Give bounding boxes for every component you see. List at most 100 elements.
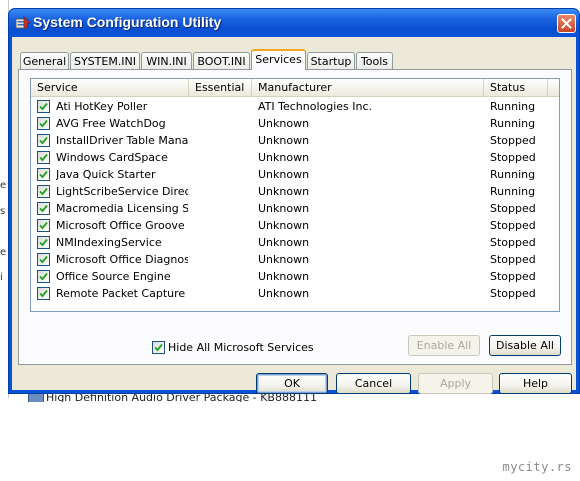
service-manufacturer: Unknown: [258, 168, 310, 181]
checkmark-icon: [39, 221, 48, 230]
service-checkbox[interactable]: [37, 270, 50, 283]
service-checkbox[interactable]: [37, 100, 50, 113]
service-manufacturer: Unknown: [258, 236, 310, 249]
checkmark-icon: [39, 272, 48, 281]
column-header-essential[interactable]: Essential: [189, 79, 252, 96]
table-row[interactable]: Macromedia Licensing Se... Unknown Stopped: [31, 200, 559, 217]
service-checkbox[interactable]: [37, 287, 50, 300]
service-essential: [195, 268, 251, 285]
checkmark-icon: [39, 153, 48, 162]
close-button[interactable]: [557, 14, 576, 33]
checkmark-icon: [39, 136, 48, 145]
system-config-window: System Configuration Utility General SYS…: [8, 8, 580, 394]
service-manufacturer: Unknown: [258, 287, 310, 300]
table-row[interactable]: Microsoft Office Groove ... Unknown Stoppe…: [31, 217, 559, 234]
service-status: Stopped: [490, 253, 536, 266]
tab-boot-ini[interactable]: BOOT.INI: [193, 52, 250, 69]
tab-win-ini[interactable]: WIN.INI: [141, 52, 192, 69]
service-essential: [195, 217, 251, 234]
msconfig-app-icon: [15, 16, 31, 29]
service-manufacturer: Unknown: [258, 185, 310, 198]
cancel-button[interactable]: Cancel: [336, 373, 411, 394]
service-status: Stopped: [490, 270, 536, 283]
service-status: Running: [490, 100, 536, 113]
service-checkbox[interactable]: [37, 117, 50, 130]
table-row[interactable]: AVG Free WatchDog Unknown Running: [31, 115, 559, 132]
list-header: Service Essential Manufacturer Status: [31, 79, 559, 97]
table-row[interactable]: LightScribeService Direct... Unknown Runni…: [31, 183, 559, 200]
service-checkbox[interactable]: [37, 236, 50, 249]
service-name: Windows CardSpace: [56, 151, 168, 164]
service-name: Ati HotKey Poller: [56, 100, 148, 113]
service-checkbox[interactable]: [37, 219, 50, 232]
apply-button[interactable]: Apply: [418, 373, 493, 394]
service-manufacturer: Unknown: [258, 253, 310, 266]
background-text-fragment: s: [0, 206, 6, 217]
column-header-manufacturer[interactable]: Manufacturer: [252, 79, 484, 96]
service-status: Running: [490, 185, 536, 198]
table-row[interactable]: NMIndexingService Unknown Stopped: [31, 234, 559, 251]
enable-all-button[interactable]: Enable All: [408, 335, 480, 356]
table-row[interactable]: Ati HotKey Poller ATI Technologies Inc. Ru…: [31, 98, 559, 115]
help-button[interactable]: Help: [499, 373, 572, 394]
table-row[interactable]: Office Source Engine Unknown Stopped: [31, 268, 559, 285]
service-essential: [195, 115, 251, 132]
service-status: Stopped: [490, 202, 536, 215]
service-checkbox[interactable]: [37, 134, 50, 147]
service-checkbox[interactable]: [37, 202, 50, 215]
checkmark-icon: [39, 102, 48, 111]
service-status: Stopped: [490, 134, 536, 147]
tab-startup[interactable]: Startup: [307, 52, 355, 69]
background-text-fragment: e: [0, 180, 7, 191]
ok-button[interactable]: OK: [256, 373, 328, 394]
service-essential: [195, 200, 251, 217]
checkmark-icon: [154, 343, 163, 352]
tab-tools[interactable]: Tools: [356, 52, 393, 69]
background-text-fragment: i: [0, 272, 3, 283]
service-manufacturer: Unknown: [258, 202, 310, 215]
hide-ms-services-label: Hide All Microsoft Services: [168, 341, 314, 354]
service-essential: [195, 166, 251, 183]
close-icon: [561, 18, 572, 29]
services-list[interactable]: Service Essential Manufacturer Status At…: [30, 78, 560, 312]
service-essential: [195, 183, 251, 200]
service-checkbox[interactable]: [37, 253, 50, 266]
service-checkbox[interactable]: [37, 151, 50, 164]
services-tab-panel: Service Essential Manufacturer Status At…: [18, 69, 572, 365]
service-name: Java Quick Starter: [56, 168, 156, 181]
service-name: Office Source Engine: [56, 270, 171, 283]
column-header-service[interactable]: Service: [31, 79, 189, 96]
checkbox[interactable]: [152, 341, 165, 354]
checkmark-icon: [39, 119, 48, 128]
tab-system-ini[interactable]: SYSTEM.INI: [70, 52, 140, 69]
tab-services[interactable]: Services: [251, 49, 306, 70]
service-essential: [195, 132, 251, 149]
table-row[interactable]: Windows CardSpace Unknown Stopped: [31, 149, 559, 166]
service-checkbox[interactable]: [37, 168, 50, 181]
checkmark-icon: [39, 187, 48, 196]
service-status: Running: [490, 117, 536, 130]
service-manufacturer: Unknown: [258, 151, 310, 164]
service-essential: [195, 251, 251, 268]
table-row[interactable]: InstallDriver Table Mana... Unknown Stoppe…: [31, 132, 559, 149]
checkmark-icon: [39, 170, 48, 179]
table-row[interactable]: Microsoft Office Diagnos... Unknown Stoppe…: [31, 251, 559, 268]
service-status: Stopped: [490, 287, 536, 300]
service-name: Microsoft Office Groove ...: [56, 219, 188, 232]
disable-all-button[interactable]: Disable All: [489, 335, 561, 356]
table-row[interactable]: Java Quick Starter Unknown Running: [31, 166, 559, 183]
table-row[interactable]: Remote Packet Capture ... Unknown Stopped: [31, 285, 559, 302]
tab-general[interactable]: General: [20, 52, 69, 69]
service-checkbox[interactable]: [37, 185, 50, 198]
title-bar[interactable]: System Configuration Utility: [9, 9, 579, 37]
service-name: InstallDriver Table Mana...: [56, 134, 188, 147]
checkmark-icon: [39, 289, 48, 298]
checkmark-icon: [39, 255, 48, 264]
service-name: Microsoft Office Diagnos...: [56, 253, 188, 266]
service-status: Stopped: [490, 236, 536, 249]
column-header-status[interactable]: Status: [484, 79, 548, 96]
service-manufacturer: ATI Technologies Inc.: [258, 100, 373, 113]
service-name: AVG Free WatchDog: [56, 117, 166, 130]
service-status: Stopped: [490, 151, 536, 164]
background-text-fragment: e: [0, 247, 7, 258]
